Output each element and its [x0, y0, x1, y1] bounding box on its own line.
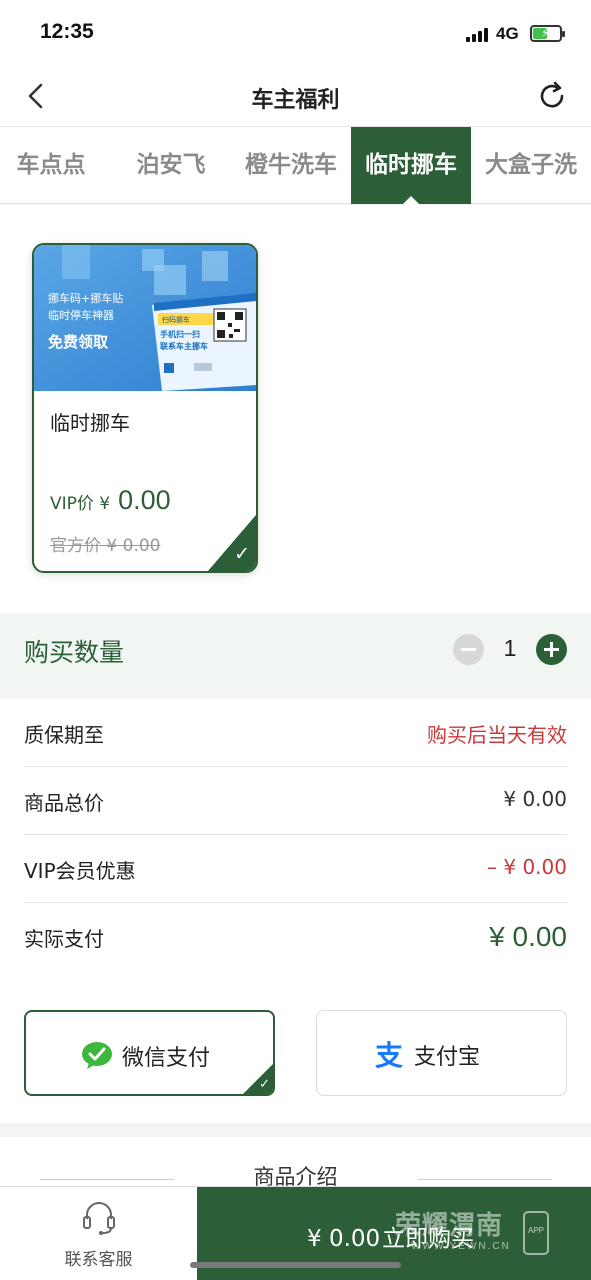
- vip-price-label: VIP价 ¥: [50, 494, 111, 514]
- official-price: 官方价 ¥ 0.00: [50, 536, 161, 556]
- warranty-value: 购买后当天有效: [427, 723, 567, 747]
- total-label: 商品总价: [24, 791, 104, 815]
- nav-bar: 车主福利: [0, 66, 591, 126]
- alipay-button[interactable]: 支 支付宝: [316, 1010, 567, 1096]
- vip-discount-label: VIP会员优惠: [24, 859, 136, 883]
- plus-icon[interactable]: [536, 634, 567, 665]
- customer-service-button[interactable]: 联系客服: [0, 1187, 197, 1280]
- vip-price: VIP价 ¥ 0.00: [50, 485, 171, 516]
- actual-payment-value: ¥ 0.00: [489, 921, 567, 952]
- product-name: 临时挪车: [50, 411, 130, 435]
- category-tabs: 车点点 泊安飞 橙牛洗车 临时挪车 大盒子洗: [0, 126, 591, 205]
- wechat-pay-icon: [82, 1042, 112, 1069]
- actual-payment-row: 实际支付 ¥ 0.00: [24, 903, 567, 971]
- vip-price-value: 0.00: [118, 485, 171, 515]
- customer-service-label: 联系客服: [64, 1250, 133, 1270]
- watermark: 荣耀渭南: [395, 1211, 504, 1241]
- product-image: 挪车码+挪车贴 临时停车神器 免费领取 扫码挪车 手机扫一扫 联系车主挪车: [34, 245, 256, 391]
- vip-discount-value: – ¥ 0.00: [487, 855, 567, 879]
- signal-icon: [466, 27, 490, 42]
- actual-payment-label: 实际支付: [24, 927, 104, 951]
- watermark-url: WWW.YEWN.CN: [411, 1241, 511, 1252]
- network-label: 4G: [496, 24, 519, 43]
- tab-chediandian[interactable]: 车点点: [0, 127, 111, 204]
- product-list: 挪车码+挪车贴 临时停车神器 免费领取 扫码挪车 手机扫一扫 联系车主挪车 临时…: [0, 205, 591, 613]
- svg-text:免费领取: 免费领取: [48, 333, 109, 351]
- svg-text:挪车码+挪车贴: 挪车码+挪车贴: [48, 291, 123, 305]
- status-time: 12:35: [40, 20, 94, 43]
- svg-text:扫码挪车: 扫码挪车: [162, 315, 190, 324]
- quantity-label: 购买数量: [24, 638, 125, 667]
- divider: [418, 1179, 552, 1180]
- total-value: ¥ 0.00: [503, 787, 567, 811]
- battery-icon: ⚡: [530, 25, 565, 42]
- product-card[interactable]: 挪车码+挪车贴 临时停车神器 免费领取 扫码挪车 手机扫一扫 联系车主挪车 临时…: [32, 243, 258, 573]
- tab-dahezi-wash[interactable]: 大盒子洗: [471, 127, 591, 204]
- buy-price: ¥ 0.00: [307, 1226, 381, 1252]
- svg-text:支: 支: [375, 1039, 403, 1070]
- svg-text:临时停车神器: 临时停车神器: [48, 308, 114, 322]
- svg-text:联系车主挪车: 联系车主挪车: [160, 341, 208, 351]
- vip-discount-row: VIP会员优惠 – ¥ 0.00: [24, 835, 567, 903]
- wechat-pay-button[interactable]: 微信支付 ✓: [24, 1010, 275, 1096]
- tab-boanfei[interactable]: 泊安飞: [111, 127, 231, 204]
- warranty-label: 质保期至: [24, 723, 104, 747]
- home-indicator: [190, 1262, 401, 1268]
- order-details: 质保期至 购买后当天有效 商品总价 ¥ 0.00 VIP会员优惠 – ¥ 0.0…: [0, 699, 591, 1123]
- minus-icon[interactable]: [453, 634, 484, 665]
- quantity-value[interactable]: 1: [490, 635, 530, 662]
- warranty-row: 质保期至 购买后当天有效: [24, 699, 567, 767]
- check-icon: ✓: [259, 1077, 270, 1092]
- refresh-icon[interactable]: [535, 79, 569, 113]
- total-row: 商品总价 ¥ 0.00: [24, 767, 567, 835]
- status-bar: 12:35 4G ⚡: [0, 0, 591, 66]
- wechat-pay-label: 微信支付: [122, 1046, 211, 1071]
- headset-icon: [83, 1202, 115, 1235]
- alipay-label: 支付宝: [414, 1045, 481, 1070]
- svg-text:手机扫一扫: 手机扫一扫: [160, 329, 200, 339]
- quantity-row: 购买数量 1: [0, 613, 591, 685]
- tab-temporary-move-car[interactable]: 临时挪车: [351, 127, 471, 205]
- page-title: 车主福利: [251, 88, 340, 113]
- tab-chengniu-wash[interactable]: 橙牛洗车: [231, 127, 351, 204]
- watermark-app-icon: APP: [523, 1211, 549, 1255]
- alipay-icon: 支: [375, 1039, 403, 1070]
- check-icon: ✓: [234, 543, 250, 565]
